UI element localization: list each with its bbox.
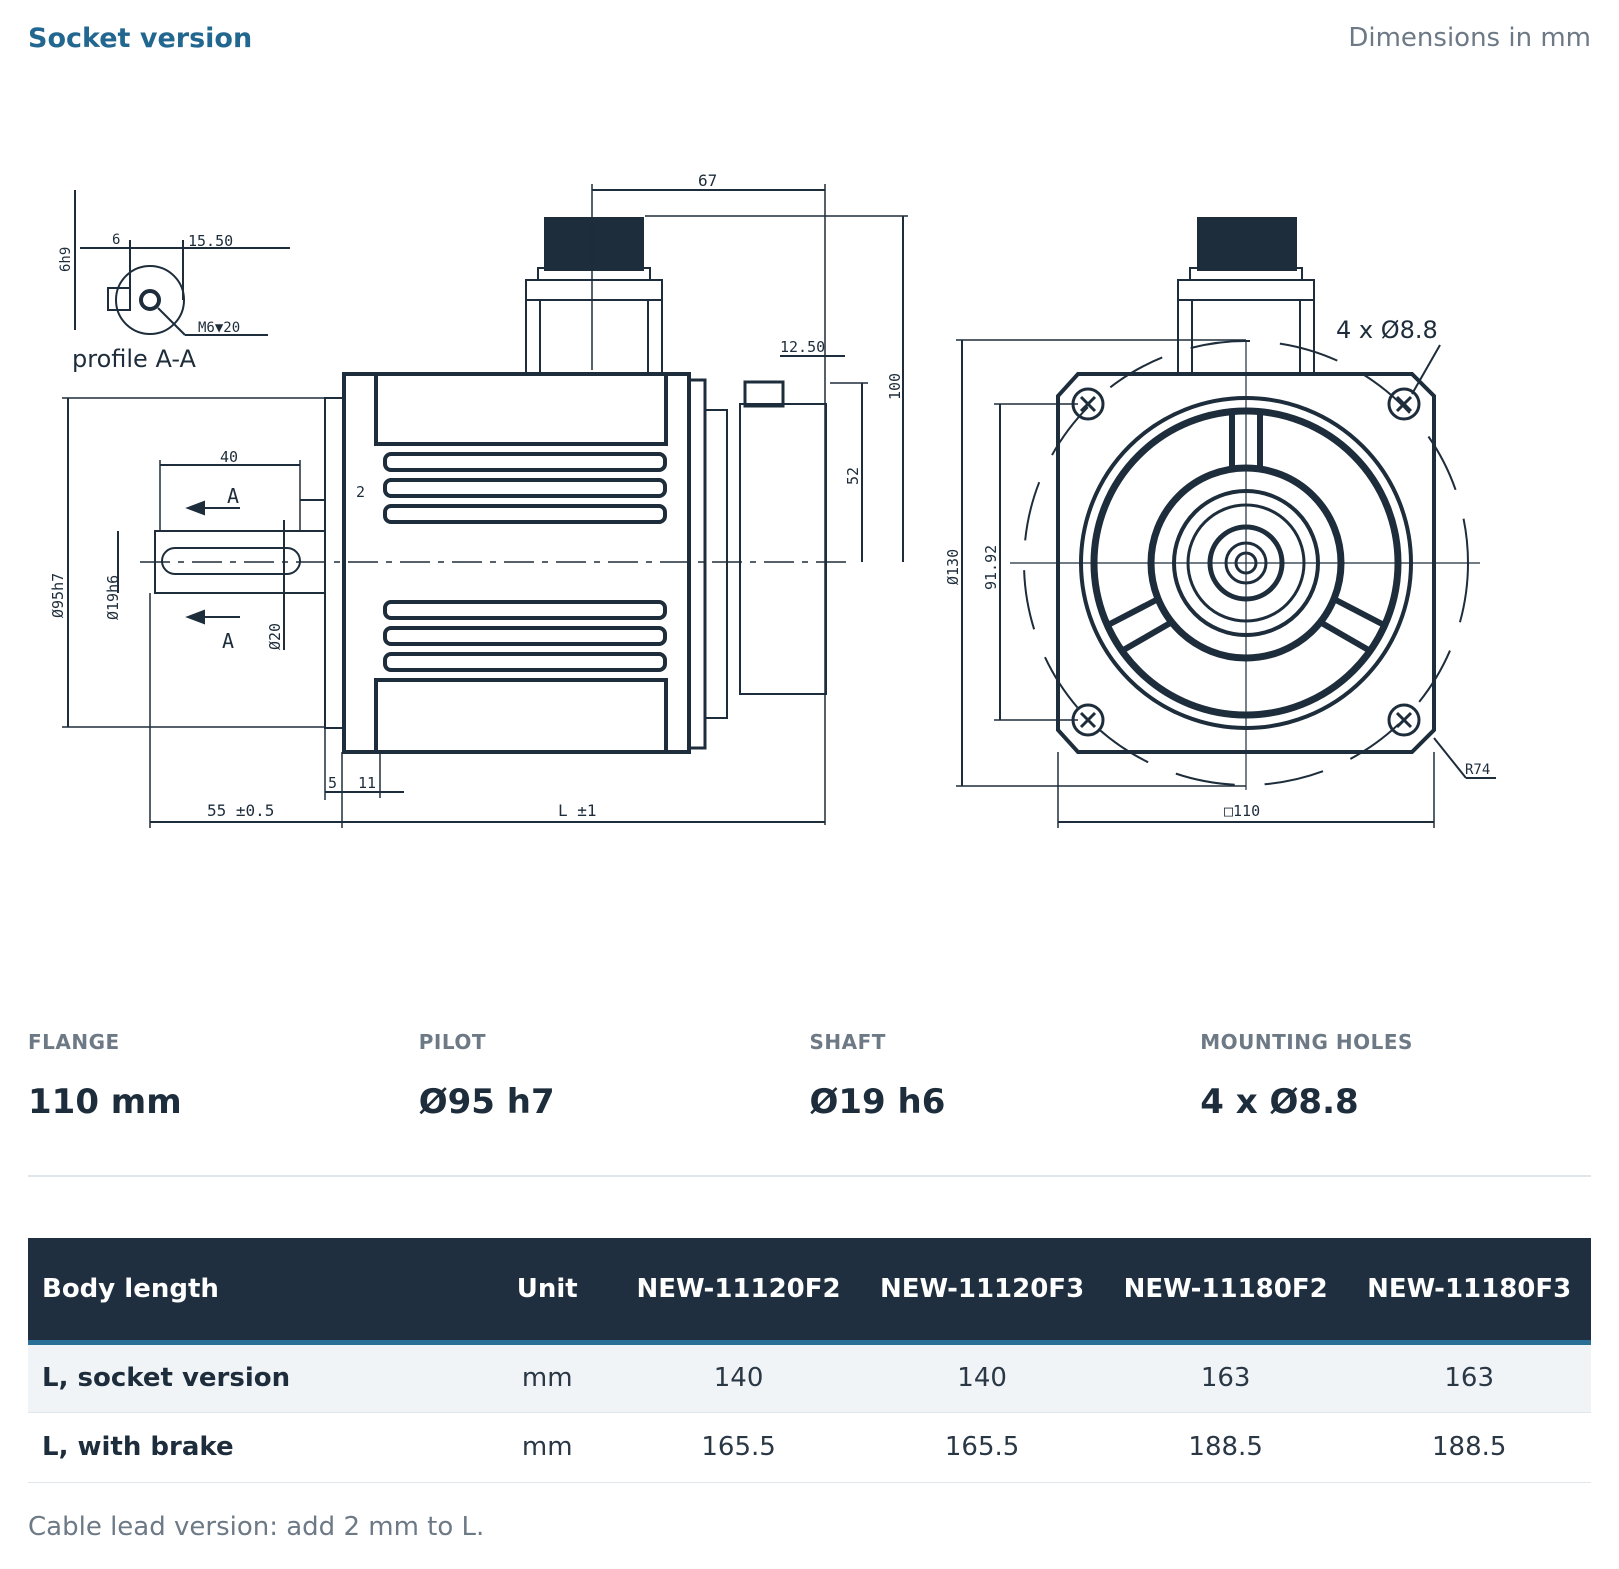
table-row: L, socket version mm 140 140 163 163 bbox=[28, 1342, 1591, 1413]
table-cell: 140 bbox=[616, 1342, 861, 1413]
row-unit: mm bbox=[477, 1412, 617, 1483]
footnote: Cable lead version: add 2 mm to L. bbox=[28, 1512, 485, 1542]
dim-m6: M6▼20 bbox=[198, 320, 240, 336]
spec-mounting-holes: MOUNTING HOLES 4 x Ø8.8 bbox=[1200, 1030, 1591, 1122]
dim-52: 52 bbox=[844, 467, 862, 485]
header-model: NEW-11180F3 bbox=[1347, 1238, 1591, 1345]
technical-drawing-svg: profile A-A A A 67 100 52 12.50 40 2 Ø95… bbox=[49, 171, 1496, 828]
dim-5: 5 bbox=[328, 774, 337, 792]
header-model: NEW-11120F3 bbox=[860, 1238, 1104, 1345]
dim-91-92: 91.92 bbox=[982, 545, 1000, 590]
dim-67: 67 bbox=[698, 171, 717, 190]
dim-15-50: 15.50 bbox=[188, 232, 233, 250]
row-label: L, socket version bbox=[28, 1342, 478, 1413]
dim-40: 40 bbox=[220, 448, 238, 466]
spec-label: SHAFT bbox=[809, 1030, 886, 1054]
page-header: Socket version Dimensions in mm bbox=[28, 18, 1591, 58]
units-note: Dimensions in mm bbox=[1348, 23, 1591, 53]
spec-label: FLANGE bbox=[28, 1030, 120, 1054]
table-row: L, with brake mm 165.5 165.5 188.5 188.5 bbox=[28, 1412, 1591, 1483]
table-cell: 188.5 bbox=[1347, 1412, 1591, 1483]
spec-shaft: SHAFT Ø19 h6 bbox=[810, 1030, 1201, 1122]
section-divider bbox=[28, 1175, 1591, 1177]
body-length-table: Body length Unit NEW-11120F2 NEW-11120F3… bbox=[28, 1238, 1591, 1483]
dim-11: 11 bbox=[358, 774, 376, 792]
section-marker-bottom: A bbox=[222, 629, 234, 653]
dim-6h9: 6h9 bbox=[58, 247, 74, 272]
page-title: Socket version bbox=[28, 22, 253, 54]
row-label: L, with brake bbox=[28, 1412, 478, 1483]
dim-12-50: 12.50 bbox=[780, 338, 825, 356]
spec-value: 4 x Ø8.8 bbox=[1200, 1082, 1359, 1122]
dim-55: 55 ±0.5 bbox=[207, 801, 274, 820]
spec-flange: FLANGE 110 mm bbox=[28, 1030, 419, 1122]
dim-130: Ø130 bbox=[944, 549, 962, 585]
spec-label: PILOT bbox=[418, 1030, 487, 1054]
dim-holes: 4 x Ø8.8 bbox=[1336, 316, 1438, 344]
spec-value: Ø95 h7 bbox=[418, 1082, 555, 1122]
dim-2: 2 bbox=[356, 483, 365, 501]
table-cell: 163 bbox=[1103, 1342, 1348, 1413]
dim-L: L ±1 bbox=[558, 801, 597, 820]
spec-value: 110 mm bbox=[28, 1082, 182, 1122]
table-header-row: Body length Unit NEW-11120F2 NEW-11120F3… bbox=[28, 1238, 1591, 1345]
header-unit: Unit bbox=[477, 1238, 617, 1345]
table-cell: 188.5 bbox=[1103, 1412, 1348, 1483]
spec-summary: FLANGE 110 mm PILOT Ø95 h7 SHAFT Ø19 h6 … bbox=[28, 1030, 1591, 1122]
section-marker-top: A bbox=[227, 484, 239, 508]
table-cell: 165.5 bbox=[860, 1412, 1104, 1483]
table-cell: 163 bbox=[1347, 1342, 1591, 1413]
dimension-drawing: profile A-A A A 67 100 52 12.50 40 2 Ø95… bbox=[40, 170, 1560, 870]
dim-19h6: Ø19h6 bbox=[104, 575, 122, 620]
spec-value: Ø19 h6 bbox=[809, 1082, 946, 1122]
dim-20: Ø20 bbox=[266, 623, 284, 650]
row-unit: mm bbox=[477, 1342, 617, 1413]
header-model: NEW-11120F2 bbox=[616, 1238, 861, 1345]
dim-95h7: Ø95h7 bbox=[49, 573, 67, 618]
dim-100: 100 bbox=[886, 373, 904, 400]
spec-label: MOUNTING HOLES bbox=[1200, 1030, 1413, 1054]
dim-110: □110 bbox=[1224, 802, 1260, 820]
spec-pilot: PILOT Ø95 h7 bbox=[419, 1030, 810, 1122]
table-cell: 140 bbox=[860, 1342, 1104, 1413]
dim-6: 6 bbox=[112, 232, 120, 248]
table-cell: 165.5 bbox=[616, 1412, 861, 1483]
profile-label: profile A-A bbox=[72, 345, 196, 373]
header-body-length: Body length bbox=[28, 1238, 478, 1345]
dim-R74: R74 bbox=[1465, 762, 1490, 778]
header-model: NEW-11180F2 bbox=[1103, 1238, 1348, 1345]
